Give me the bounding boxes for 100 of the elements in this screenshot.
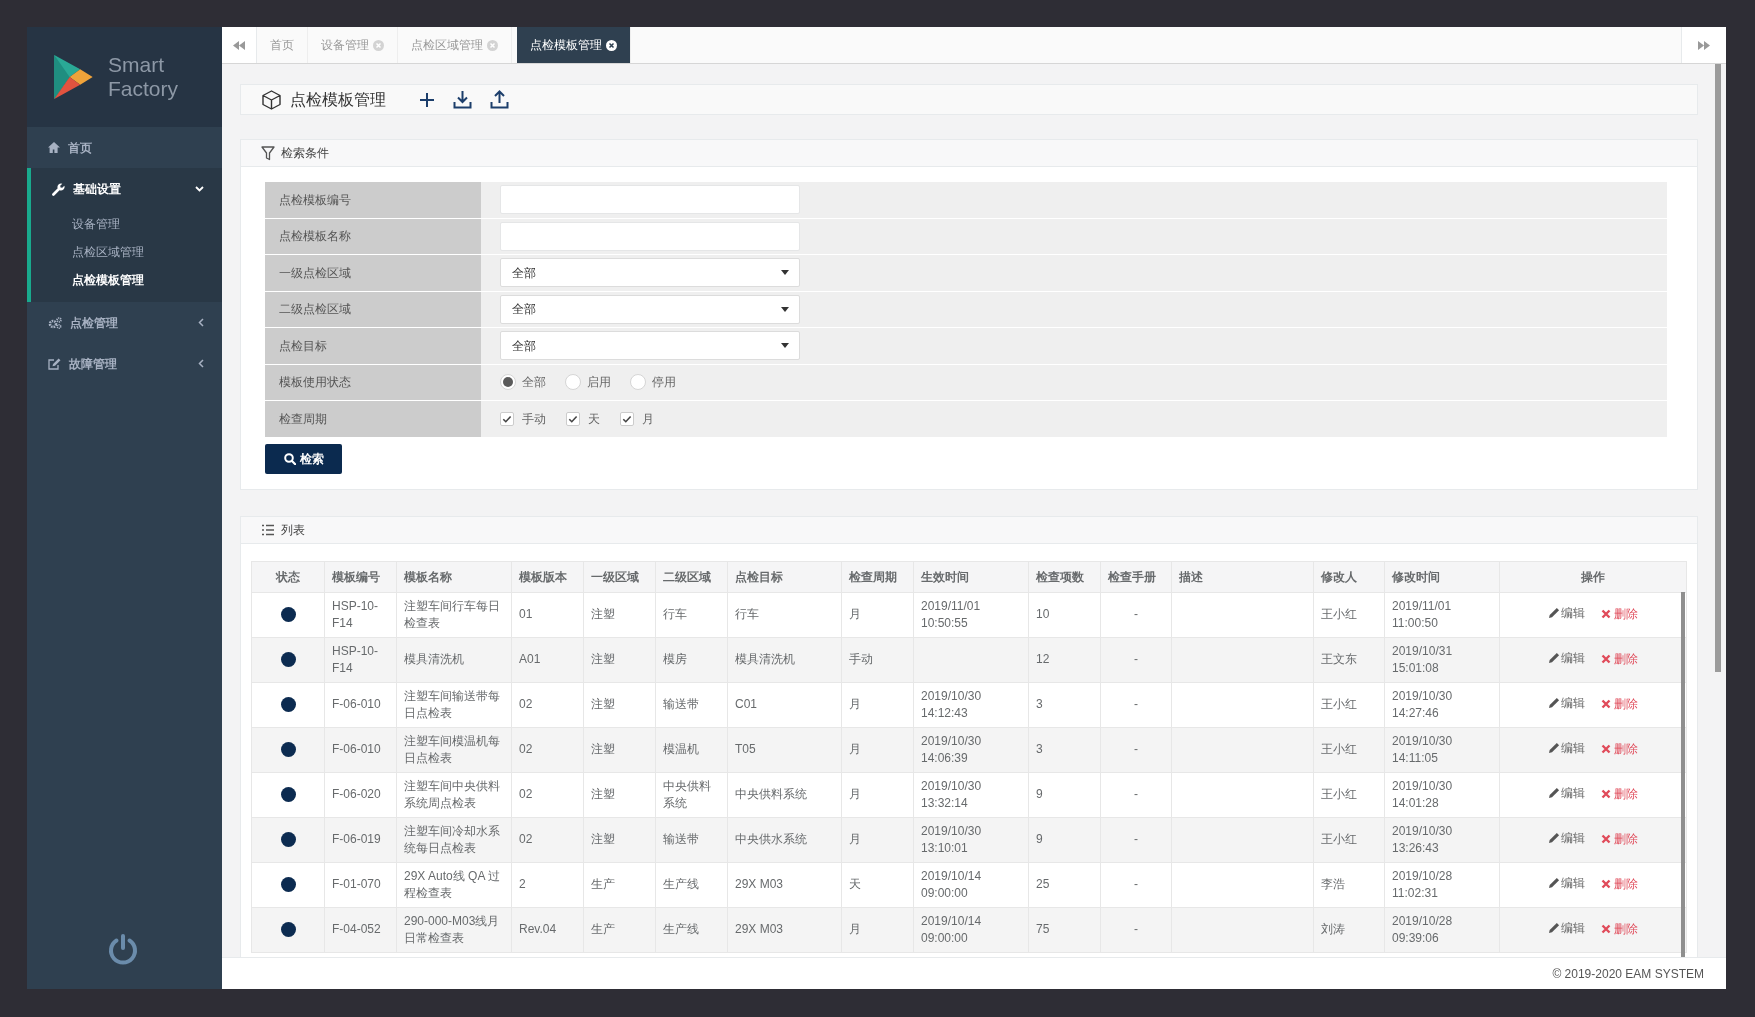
- download-icon[interactable]: [453, 90, 472, 109]
- menu-item[interactable]: 故障管理: [27, 343, 222, 384]
- radio-button[interactable]: [630, 374, 646, 391]
- radio-button[interactable]: [500, 374, 516, 391]
- delete-link[interactable]: 删除: [1601, 650, 1638, 668]
- cross-icon: [1601, 879, 1611, 890]
- menu-item[interactable]: 基础设置: [31, 168, 222, 210]
- edit-link[interactable]: 编辑: [1548, 919, 1585, 937]
- tab[interactable]: 点检模板管理: [517, 27, 631, 63]
- table-cell: 2019/10/30 14:01:28: [1384, 772, 1500, 817]
- table-cell: 月: [841, 682, 914, 727]
- delete-link[interactable]: 删除: [1601, 920, 1638, 938]
- select-field[interactable]: 全部: [500, 331, 800, 361]
- table-cell: 10: [1028, 592, 1101, 637]
- table-cell: -: [1100, 862, 1172, 907]
- edit-link[interactable]: 编辑: [1548, 694, 1585, 712]
- edit-link[interactable]: 编辑: [1548, 604, 1585, 622]
- table-cell: 注塑: [583, 727, 656, 772]
- delete-link[interactable]: 删除: [1601, 605, 1638, 623]
- select-field[interactable]: 全部: [500, 294, 800, 324]
- edit-link[interactable]: 编辑: [1548, 829, 1585, 847]
- delete-link[interactable]: 删除: [1601, 740, 1638, 758]
- edit-link[interactable]: 编辑: [1548, 649, 1585, 667]
- table-cell: 3: [1028, 682, 1101, 727]
- table-cell: 月: [841, 727, 914, 772]
- table-cell: 中央供料系统: [655, 772, 728, 817]
- cross-icon: [1601, 654, 1611, 665]
- select-field[interactable]: 全部: [500, 258, 800, 288]
- table-cell: 输送带: [655, 817, 728, 862]
- table-cell: 中央供料系统: [727, 772, 842, 817]
- close-icon[interactable]: [606, 39, 617, 51]
- table-cell: 9: [1028, 772, 1101, 817]
- tab[interactable]: 点检区域管理: [398, 27, 512, 63]
- power-icon[interactable]: [107, 933, 139, 965]
- option-label: 手动: [522, 410, 546, 428]
- edit-link[interactable]: 编辑: [1548, 739, 1585, 757]
- caret-icon: [781, 270, 789, 276]
- scrollbar-thumb[interactable]: [1681, 591, 1685, 957]
- table-cell: 生产: [583, 862, 656, 907]
- cross-icon: [1601, 789, 1611, 800]
- checkbox[interactable]: [620, 411, 634, 426]
- column-header: 修改时间: [1384, 561, 1500, 592]
- table-cell: 290-000-M03线月日常检查表: [396, 907, 512, 952]
- table-cell: Rev.04: [511, 907, 584, 952]
- table-cell: 月: [841, 817, 914, 862]
- edit-link[interactable]: 编辑: [1548, 874, 1585, 892]
- tab[interactable]: 首页: [257, 27, 308, 63]
- menu-item[interactable]: 首页: [27, 127, 222, 168]
- delete-link[interactable]: 删除: [1601, 830, 1638, 848]
- radio-button[interactable]: [565, 374, 581, 391]
- delete-link[interactable]: 删除: [1601, 695, 1638, 713]
- table-cell: 75: [1028, 907, 1101, 952]
- cube-icon: [262, 89, 281, 110]
- status-dot-icon: [280, 877, 296, 893]
- wrench-icon: [52, 182, 65, 196]
- table-cell: 月: [841, 907, 914, 952]
- delete-link[interactable]: 删除: [1601, 875, 1638, 893]
- submenu-item[interactable]: 设备管理: [31, 210, 128, 238]
- table-cell: 注塑车间输送带每日点检表: [396, 682, 512, 727]
- plus-icon[interactable]: [419, 91, 435, 108]
- submenu-item[interactable]: 点检区域管理: [31, 238, 152, 266]
- column-header: 一级区域: [583, 561, 656, 592]
- scrollbar-thumb[interactable]: [1715, 64, 1721, 672]
- table-cell: 01: [511, 592, 584, 637]
- option-label: 启用: [587, 374, 611, 392]
- scroll-tabs-left-button[interactable]: [222, 27, 257, 63]
- table-cell: -: [1100, 682, 1172, 727]
- status-dot-icon: [280, 697, 296, 713]
- option-label: 天: [588, 410, 600, 428]
- input-field[interactable]: [500, 221, 800, 251]
- status-dot-icon: [280, 742, 296, 758]
- menu-item[interactable]: 点检管理: [27, 302, 222, 343]
- table-cell: 模温机: [655, 727, 728, 772]
- table-cell: 2019/10/28 09:39:06: [1384, 907, 1500, 952]
- table-cell: 2019/10/30 14:06:39: [913, 727, 1029, 772]
- forward-icon: [1698, 40, 1710, 50]
- table-cell: 行车: [655, 592, 728, 637]
- upload-icon[interactable]: [490, 90, 509, 109]
- table-cell: 模具清洗机: [396, 637, 512, 682]
- delete-link[interactable]: 删除: [1601, 785, 1638, 803]
- cross-icon: [1601, 924, 1611, 935]
- status-dot-icon: [280, 787, 296, 803]
- input-field[interactable]: [500, 185, 800, 215]
- submenu-item[interactable]: 点检模板管理: [31, 266, 152, 294]
- search-button[interactable]: 检索: [265, 443, 342, 474]
- table-cell: 手动: [841, 637, 914, 682]
- column-header: 修改人: [1313, 561, 1385, 592]
- option-label: 全部: [522, 374, 546, 392]
- table-cell: HSP-10-F14: [324, 592, 397, 637]
- cross-icon: [1601, 699, 1611, 710]
- column-header: 模板名称: [396, 561, 512, 592]
- search-icon: [283, 452, 296, 465]
- scroll-tabs-right-button[interactable]: [1681, 27, 1726, 63]
- tab[interactable]: 设备管理: [308, 27, 398, 63]
- edit-link[interactable]: 编辑: [1548, 784, 1585, 802]
- caret-icon: [781, 343, 789, 349]
- table-cell: -: [1100, 772, 1172, 817]
- checkbox[interactable]: [566, 411, 580, 426]
- table-cell: 注塑: [583, 817, 656, 862]
- checkbox[interactable]: [500, 411, 514, 426]
